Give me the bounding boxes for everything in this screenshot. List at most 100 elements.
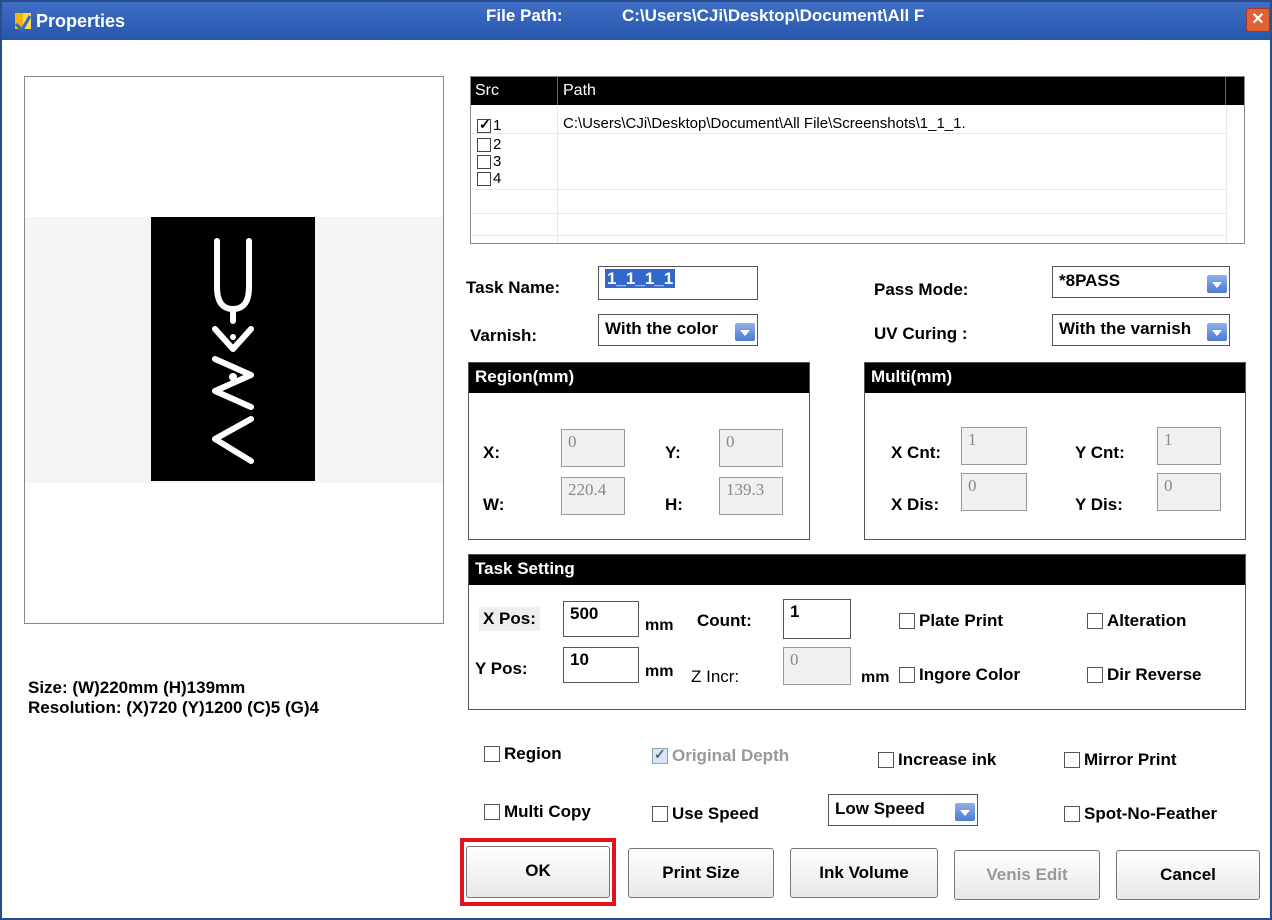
- ignore-color-checkbox[interactable]: Ingore Color: [899, 665, 1020, 685]
- y-cnt-input[interactable]: 1: [1157, 427, 1221, 465]
- checkbox-box[interactable]: [652, 806, 668, 822]
- multi-copy-label: Multi Copy: [504, 802, 591, 821]
- row-src: 4: [493, 170, 502, 188]
- multi-copy-checkbox[interactable]: Multi Copy: [484, 802, 591, 822]
- logo-graphic: [212, 238, 254, 464]
- y-pos-input[interactable]: 10: [563, 647, 639, 683]
- source-table[interactable]: Src Path 1 C:\Users\CJi\Desktop\Document…: [470, 76, 1245, 244]
- region-checkbox[interactable]: Region: [484, 744, 562, 764]
- file-path-value: C:\Users\CJi\Desktop\Document\All F: [622, 6, 925, 25]
- row-src: 1: [493, 117, 502, 135]
- uv-curing-label: UV Curing :: [874, 324, 968, 343]
- resolution-info: Resolution: (X)720 (Y)1200 (C)5 (G)4: [28, 698, 319, 717]
- column-src: Src: [475, 82, 499, 99]
- original-depth-checkbox[interactable]: Original Depth: [652, 746, 789, 766]
- task-name-input[interactable]: 1_1_1_1: [598, 266, 758, 300]
- checkbox-box[interactable]: [878, 752, 894, 768]
- region-y-label: Y:: [665, 443, 681, 462]
- checkbox-box[interactable]: [1064, 806, 1080, 822]
- close-button[interactable]: ✕: [1246, 8, 1270, 32]
- increase-ink-label: Increase ink: [898, 750, 997, 769]
- x-pos-input[interactable]: 500: [563, 601, 639, 637]
- checkbox-box[interactable]: [1087, 667, 1103, 683]
- checkbox-box[interactable]: [899, 613, 915, 629]
- checkbox-box[interactable]: [484, 746, 500, 762]
- alteration-label: Alteration: [1107, 611, 1187, 630]
- y-pos-label: Y Pos:: [475, 659, 528, 678]
- mirror-print-checkbox[interactable]: Mirror Print: [1064, 750, 1177, 770]
- task-setting-title: Task Setting: [469, 555, 1245, 585]
- count-input[interactable]: 1: [783, 599, 851, 639]
- alteration-checkbox[interactable]: Alteration: [1087, 611, 1186, 631]
- speed-select[interactable]: Low Speed: [828, 794, 978, 826]
- region-h-input[interactable]: 139.3: [719, 477, 783, 515]
- chevron-down-icon[interactable]: [1207, 323, 1227, 341]
- checkbox-box[interactable]: [484, 804, 500, 820]
- multi-title: Multi(mm): [865, 363, 1245, 393]
- task-setting-group: Task Setting X Pos: 500 mm Count: 1 Plat…: [468, 554, 1246, 710]
- uv-curing-select[interactable]: With the varnish: [1052, 314, 1230, 346]
- z-incr-label: Z Incr:: [691, 667, 740, 686]
- table-row[interactable]: 4: [471, 168, 1226, 190]
- count-label: Count:: [697, 611, 752, 630]
- varnish-select[interactable]: With the color: [598, 314, 758, 346]
- row-checkbox[interactable]: [477, 171, 491, 186]
- task-name-label: Task Name:: [466, 278, 561, 297]
- preview-image: [151, 217, 315, 481]
- varnish-label: Varnish:: [470, 326, 538, 345]
- spot-no-feather-label: Spot-No-Feather: [1084, 804, 1218, 823]
- region-x-input[interactable]: 0: [561, 429, 625, 467]
- chevron-down-icon[interactable]: [735, 323, 755, 341]
- app-icon: [14, 13, 32, 32]
- row-checkbox[interactable]: [477, 116, 491, 133]
- region-group: Region(mm) X: 0 Y: 0 W: 220.4 H: 139.3: [468, 362, 810, 540]
- x-cnt-input[interactable]: 1: [961, 427, 1027, 465]
- ink-volume-button[interactable]: Ink Volume: [790, 848, 938, 898]
- table-row[interactable]: 2: [471, 134, 1226, 153]
- region-y-input[interactable]: 0: [719, 429, 783, 467]
- checkbox-box[interactable]: [899, 667, 915, 683]
- row-path: C:\Users\CJi\Desktop\Document\All File\S…: [563, 115, 966, 132]
- use-speed-checkbox[interactable]: Use Speed: [652, 804, 759, 824]
- checkbox-box[interactable]: [1087, 613, 1103, 629]
- x-dis-input[interactable]: 0: [961, 473, 1027, 511]
- y-dis-label: Y Dis:: [1075, 495, 1123, 514]
- chevron-down-icon[interactable]: [955, 803, 975, 821]
- uv-curing-value: With the varnish: [1059, 319, 1192, 338]
- increase-ink-checkbox[interactable]: Increase ink: [878, 750, 996, 770]
- image-preview: [24, 76, 444, 624]
- x-cnt-label: X Cnt:: [891, 443, 942, 462]
- mirror-print-label: Mirror Print: [1084, 750, 1177, 769]
- pass-mode-select[interactable]: *8PASS: [1052, 266, 1230, 298]
- table-header: Src Path: [471, 77, 1244, 105]
- use-speed-label: Use Speed: [672, 804, 759, 823]
- y-dis-input[interactable]: 0: [1157, 473, 1221, 511]
- print-size-button[interactable]: Print Size: [628, 848, 774, 898]
- region-w-input[interactable]: 220.4: [561, 477, 625, 515]
- size-info: Size: (W)220mm (H)139mm: [28, 678, 246, 697]
- checkbox-box[interactable]: [1064, 752, 1080, 768]
- x-dis-label: X Dis:: [891, 495, 940, 514]
- original-depth-label: Original Depth: [672, 746, 790, 765]
- spot-no-feather-checkbox[interactable]: Spot-No-Feather: [1064, 804, 1217, 824]
- table-row[interactable]: 3: [471, 151, 1226, 170]
- venis-edit-button[interactable]: Venis Edit: [954, 850, 1100, 900]
- pass-mode-value: *8PASS: [1059, 271, 1121, 290]
- z-incr-input[interactable]: 0: [783, 647, 851, 685]
- table-row[interactable]: 1 C:\Users\CJi\Desktop\Document\All File…: [471, 113, 1226, 134]
- plate-print-checkbox[interactable]: Plate Print: [899, 611, 1003, 631]
- checkbox-box[interactable]: [652, 746, 668, 764]
- window-title: Properties: [36, 11, 126, 31]
- y-pos-unit: mm: [645, 663, 674, 680]
- cancel-button[interactable]: Cancel: [1116, 850, 1260, 900]
- z-incr-unit: mm: [861, 669, 890, 686]
- dir-reverse-checkbox[interactable]: Dir Reverse: [1087, 665, 1202, 685]
- title-bar[interactable]: Properties File Path: C:\Users\CJi\Deskt…: [2, 2, 1270, 40]
- properties-window: Properties File Path: C:\Users\CJi\Deskt…: [0, 0, 1272, 920]
- row-checkbox[interactable]: [477, 137, 491, 152]
- chevron-down-icon[interactable]: [1207, 275, 1227, 293]
- highlight-box: [460, 838, 616, 906]
- y-cnt-label: Y Cnt:: [1075, 443, 1125, 462]
- row-checkbox[interactable]: [477, 154, 491, 169]
- task-name-value: 1_1_1_1: [605, 269, 676, 288]
